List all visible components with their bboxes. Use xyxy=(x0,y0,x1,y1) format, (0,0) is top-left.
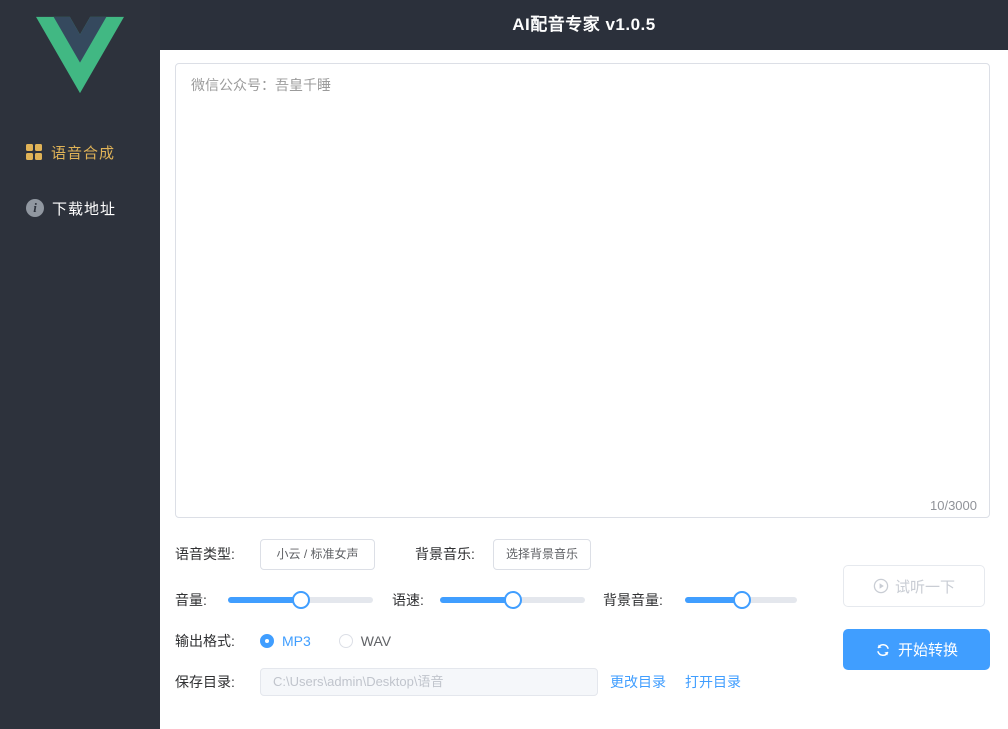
slider-thumb[interactable] xyxy=(503,591,522,609)
sidebar-item-voice-synthesis[interactable]: 语音合成 xyxy=(0,138,160,166)
voice-type-select[interactable]: 小云 / 标准女声 xyxy=(260,539,375,570)
sidebar-item-label: 下载地址 xyxy=(52,200,117,218)
preview-button[interactable]: 试听一下 xyxy=(843,565,985,607)
app-title: AI配音专家 v1.0.5 xyxy=(512,15,656,34)
radio-option-mp3[interactable]: MP3 xyxy=(260,633,311,649)
voice-type-label: 语音类型: xyxy=(175,546,235,562)
volume-label: 音量: xyxy=(175,592,207,608)
app-window: 语音合成 i 下载地址 AI配音专家 v1.0.5 微信公众号：吾皇千睡 10/… xyxy=(0,0,1008,729)
speed-label: 语速: xyxy=(392,592,424,608)
convert-button-label: 开始转换 xyxy=(897,642,958,659)
volume-slider[interactable] xyxy=(228,590,373,610)
slider-fill xyxy=(228,597,301,603)
slider-thumb[interactable] xyxy=(291,591,310,609)
sidebar: 语音合成 i 下载地址 xyxy=(0,0,160,729)
save-dir-input: C:\Users\admin\Desktop\语音 xyxy=(260,668,598,696)
title-bar: AI配音专家 v1.0.5 xyxy=(160,0,1008,50)
bgm-label: 背景音乐: xyxy=(415,546,475,562)
output-format-label: 输出格式: xyxy=(175,633,235,649)
sidebar-item-label: 语音合成 xyxy=(51,144,116,162)
convert-button[interactable]: 开始转换 xyxy=(843,629,990,670)
refresh-icon xyxy=(875,642,891,658)
change-dir-link[interactable]: 更改目录 xyxy=(610,668,666,696)
preview-button-label: 试听一下 xyxy=(894,578,955,596)
grid-menu-icon xyxy=(26,144,42,160)
info-icon: i xyxy=(26,199,44,217)
text-input-area[interactable]: 微信公众号：吾皇千睡 10/3000 xyxy=(175,63,990,518)
radio-unchecked-icon xyxy=(338,634,353,648)
radio-checked-icon xyxy=(260,634,274,648)
radio-label: WAV xyxy=(360,633,392,649)
bg-volume-label: 背景音量: xyxy=(603,592,663,608)
slider-fill xyxy=(440,597,513,603)
open-dir-link[interactable]: 打开目录 xyxy=(685,668,741,696)
char-counter: 10/3000 xyxy=(930,498,977,513)
radio-label: MP3 xyxy=(282,633,311,649)
text-content: 微信公众号：吾皇千睡 xyxy=(191,77,331,93)
slider-thumb[interactable] xyxy=(733,591,752,609)
speed-slider[interactable] xyxy=(440,590,585,610)
radio-option-wav[interactable]: WAV xyxy=(338,633,392,649)
play-circle-icon xyxy=(873,578,889,594)
select-bgm-button[interactable]: 选择背景音乐 xyxy=(493,539,591,570)
sidebar-item-download-address[interactable]: i 下载地址 xyxy=(0,194,160,222)
vue-logo xyxy=(35,16,124,94)
bg-volume-slider[interactable] xyxy=(685,590,797,610)
save-dir-label: 保存目录: xyxy=(175,674,235,690)
output-format-radio-group: MP3 WAV xyxy=(260,630,419,652)
